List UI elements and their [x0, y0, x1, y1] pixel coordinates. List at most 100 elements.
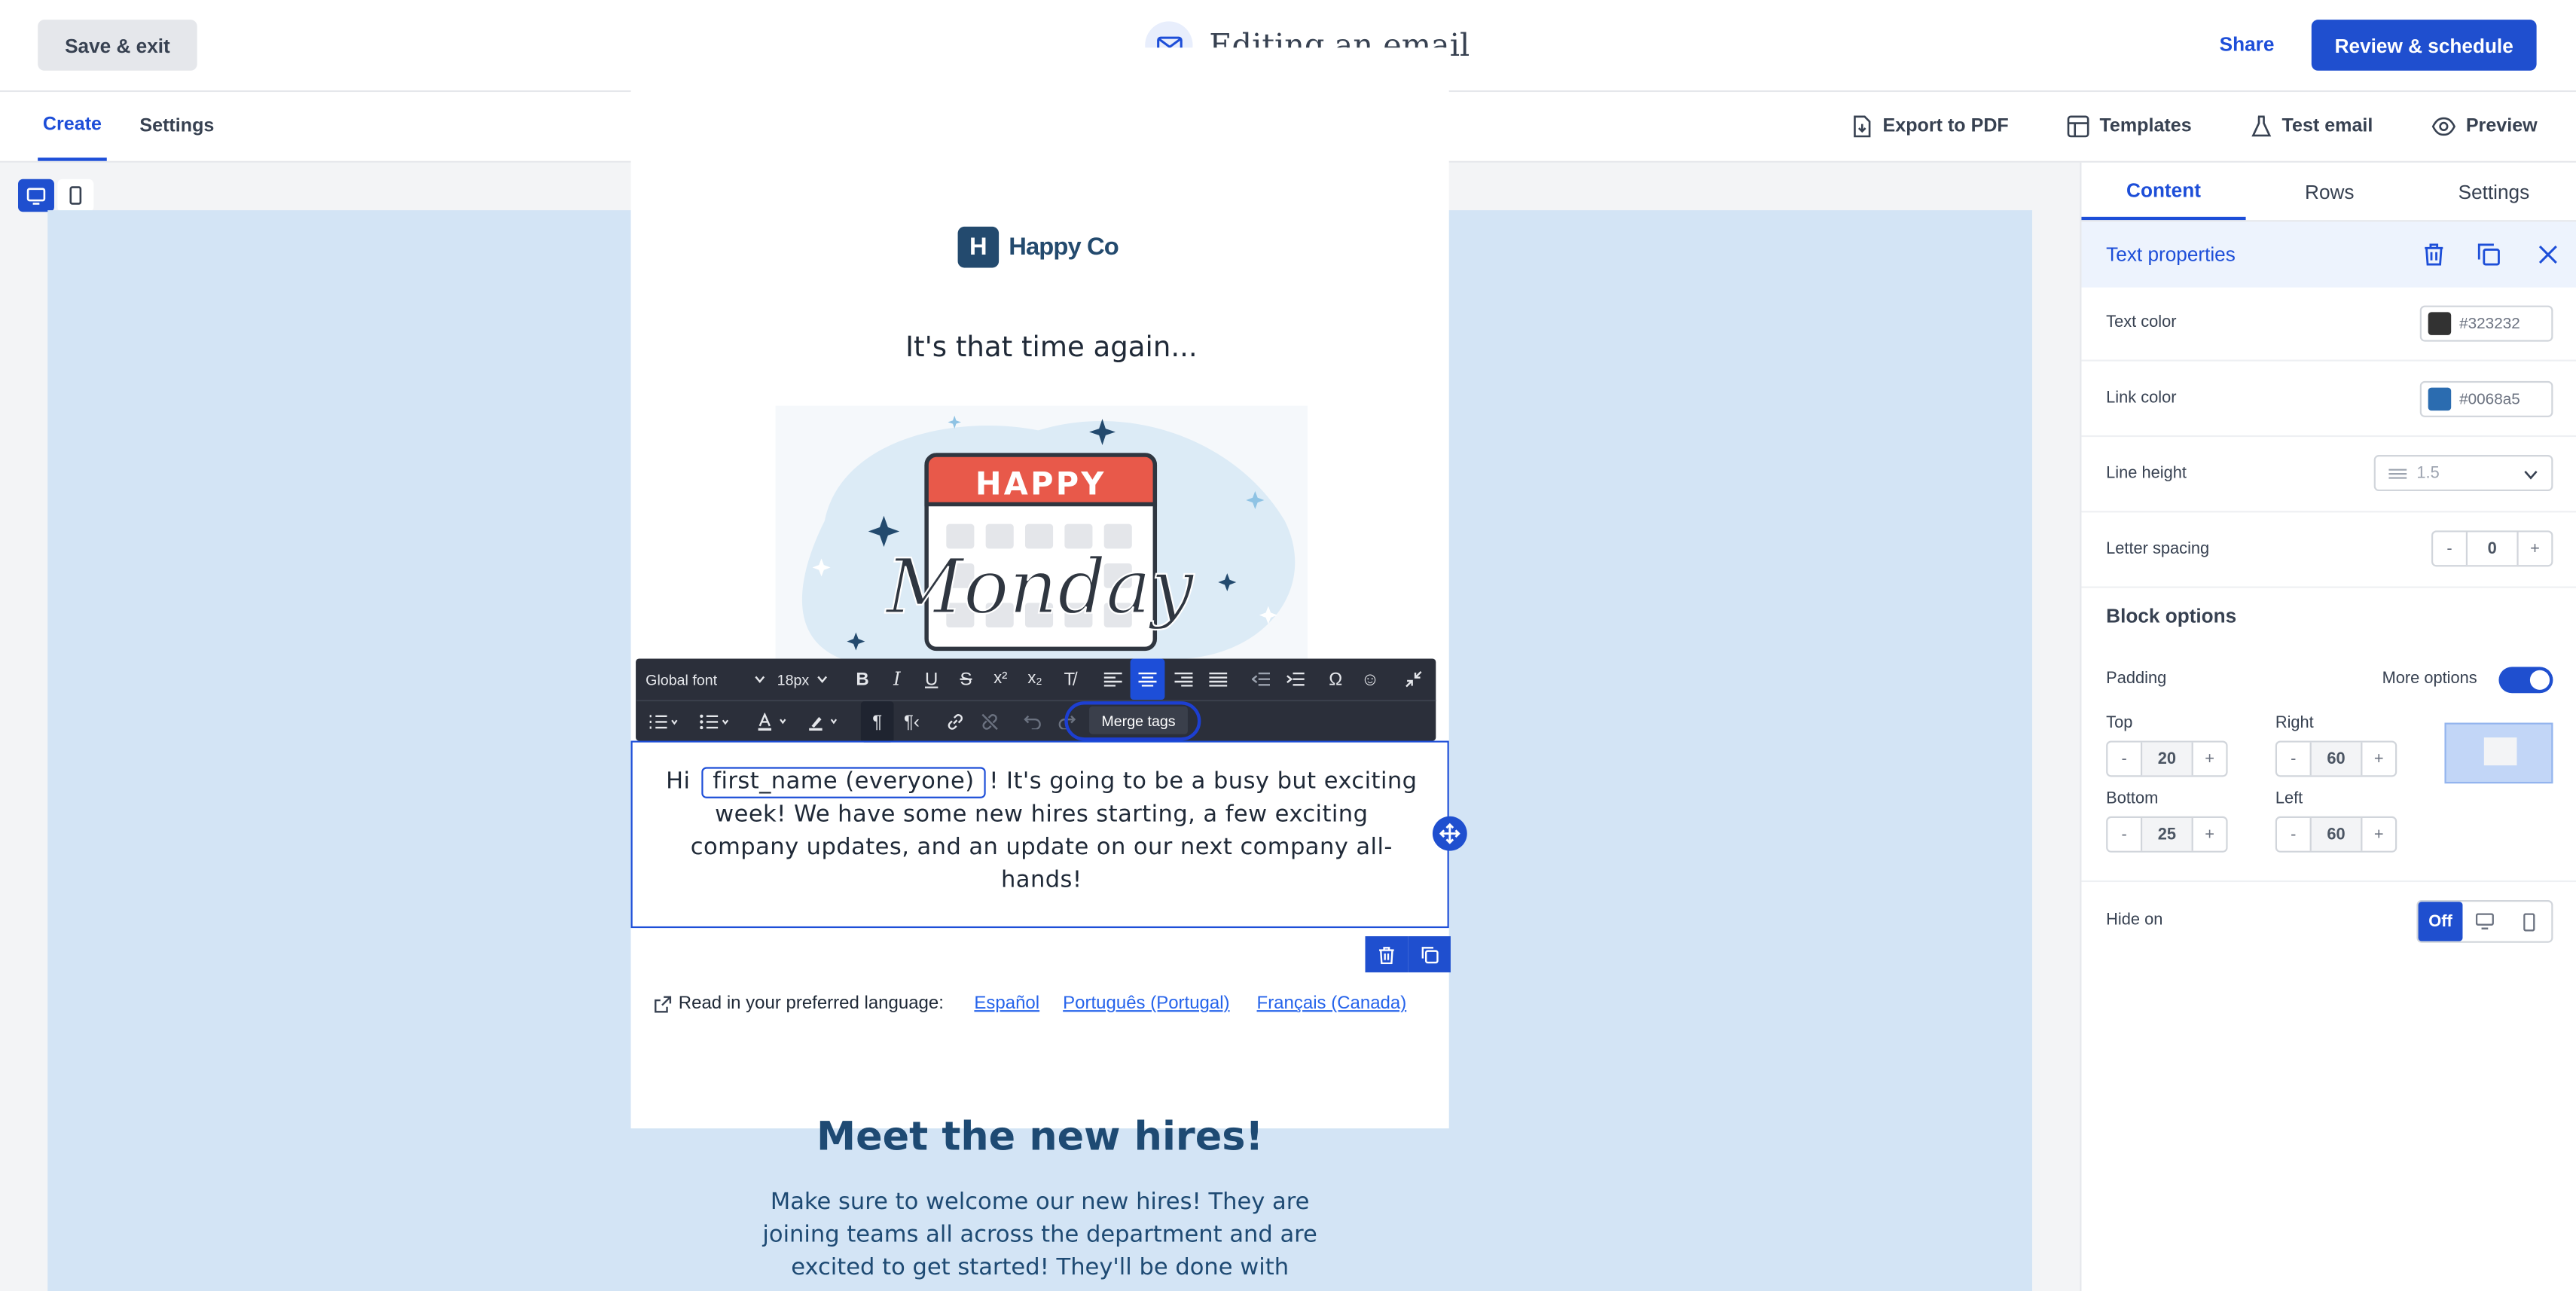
text-color-input[interactable]: #323232	[2419, 305, 2553, 342]
subscript-button[interactable]: x₂	[1018, 658, 1051, 700]
highlight-color-button[interactable]	[801, 701, 847, 743]
duplicate-block-button[interactable]	[1408, 935, 1451, 972]
preview-button[interactable]: Preview	[2431, 111, 2538, 141]
beaker-icon	[2251, 115, 2272, 137]
superscript-button[interactable]: x²	[984, 658, 1017, 700]
duplicate-properties-button[interactable]	[2474, 240, 2504, 269]
link-color-input[interactable]: #0068a5	[2419, 380, 2553, 417]
tab-settings[interactable]: Settings	[139, 92, 214, 161]
ltr-direction-button[interactable]: ¶	[860, 701, 894, 743]
font-size-select[interactable]: 18px	[777, 658, 837, 700]
decrement-button[interactable]: -	[2277, 743, 2310, 776]
chevron-down-icon	[754, 676, 765, 683]
section-heading[interactable]: Meet the new hires!	[631, 1114, 1449, 1160]
happy-monday-illustration[interactable]: HAPPY Monday	[775, 405, 1308, 659]
templates-button[interactable]: Templates	[2067, 111, 2192, 141]
italic-icon: I	[893, 668, 901, 690]
decrement-button[interactable]: -	[2107, 743, 2141, 776]
padding-right-label: Right	[2275, 714, 2314, 733]
tab-create[interactable]: Create	[38, 92, 107, 161]
email-headline[interactable]: It's that time again...	[631, 332, 1473, 365]
ltr-icon: ¶	[872, 712, 883, 732]
duplicate-icon	[1421, 945, 1438, 963]
text-color-icon	[758, 713, 786, 731]
share-button[interactable]: Share	[2220, 33, 2275, 56]
mobile-icon	[2523, 912, 2535, 931]
hide-off-button[interactable]: Off	[2418, 902, 2463, 942]
padding-top-value[interactable]: 20	[2140, 742, 2193, 776]
language-link-fr[interactable]: Français (Canada)	[1257, 990, 1407, 1017]
numbered-list-button[interactable]	[642, 701, 685, 743]
merge-tags-button[interactable]: Merge tags	[1089, 706, 1188, 734]
export-pdf-button[interactable]: Export to PDF	[1851, 111, 2009, 141]
increment-button[interactable]: +	[2362, 743, 2395, 776]
justify-button[interactable]	[1201, 658, 1234, 700]
section-body-text[interactable]: Make sure to welcome our new hires! They…	[631, 1186, 1449, 1284]
text-color-button[interactable]	[751, 701, 797, 743]
line-height-select[interactable]: 1.5	[2373, 455, 2553, 492]
padding-top-stepper[interactable]: - 20 +	[2106, 740, 2228, 777]
clear-format-button[interactable]: T̸	[1053, 658, 1086, 700]
underline-button[interactable]: U	[915, 658, 948, 700]
special-characters-button[interactable]: Ω	[1319, 658, 1352, 700]
review-schedule-button[interactable]: Review & schedule	[2311, 20, 2537, 71]
desktop-view-button[interactable]	[17, 179, 54, 212]
align-right-button[interactable]	[1167, 658, 1200, 700]
strikethrough-button[interactable]: S	[950, 658, 983, 700]
bullet-list-button[interactable]	[693, 701, 736, 743]
link-button[interactable]	[938, 701, 971, 743]
italic-button[interactable]: I	[881, 658, 914, 700]
hide-mobile-button[interactable]	[2507, 902, 2551, 941]
delete-properties-button[interactable]	[2419, 240, 2448, 269]
padding-bottom-stepper[interactable]: - 25 +	[2106, 816, 2228, 853]
move-block-handle[interactable]	[1432, 816, 1467, 851]
rtl-icon: ¶‹	[904, 712, 920, 732]
decrement-button[interactable]: -	[2277, 818, 2310, 851]
hide-desktop-button[interactable]	[2462, 902, 2507, 941]
selected-text-block[interactable]: Hi first_name (everyone)! It's going to …	[630, 740, 1449, 929]
panel-tab-rows[interactable]: Rows	[2248, 163, 2412, 220]
bold-button[interactable]: B	[846, 658, 879, 700]
merge-tag-first-name[interactable]: first_name (everyone)	[700, 767, 986, 798]
unlink-button[interactable]	[972, 701, 1006, 743]
letter-spacing-value[interactable]: 0	[2465, 532, 2519, 566]
letter-spacing-stepper[interactable]: - 0 +	[2431, 530, 2553, 567]
link-color-swatch	[2428, 387, 2452, 411]
decrement-button[interactable]: -	[2433, 533, 2466, 566]
align-center-button[interactable]	[1130, 658, 1165, 700]
padding-left-stepper[interactable]: - 60 +	[2275, 816, 2397, 853]
indent-button[interactable]	[1278, 658, 1311, 700]
padding-right-stepper[interactable]: - 60 +	[2275, 740, 2397, 777]
toolbar-row-1: Global font 18px B I U S x² x₂ T̸ Ω ☺	[636, 658, 1436, 700]
body-line-4: hands!	[1001, 867, 1082, 894]
rtl-direction-button[interactable]: ¶‹	[896, 701, 929, 743]
panel-tab-content[interactable]: Content	[2081, 163, 2246, 221]
decrement-button[interactable]: -	[2107, 818, 2141, 851]
padding-bottom-value[interactable]: 25	[2140, 817, 2193, 851]
language-link-pt[interactable]: Português (Portugal)	[1063, 990, 1229, 1017]
padding-right-value[interactable]: 60	[2309, 742, 2363, 776]
align-left-button[interactable]	[1096, 658, 1129, 700]
outdent-button[interactable]	[1244, 658, 1277, 700]
test-email-button[interactable]: Test email	[2251, 111, 2373, 141]
brand-logo[interactable]: H Happy Co	[957, 226, 1119, 268]
numbered-list-icon	[649, 715, 678, 729]
increment-button[interactable]: +	[2362, 818, 2395, 851]
collapse-toolbar-button[interactable]	[1396, 658, 1430, 700]
language-link-es[interactable]: Español	[974, 990, 1039, 1017]
move-icon	[1439, 823, 1460, 844]
panel-tab-settings[interactable]: Settings	[2412, 163, 2576, 220]
font-family-select[interactable]: Global font	[646, 658, 771, 700]
more-options-toggle[interactable]	[2498, 667, 2553, 694]
mobile-view-button[interactable]	[57, 179, 94, 212]
increment-button[interactable]: +	[2519, 533, 2552, 566]
undo-button[interactable]	[1015, 701, 1048, 743]
padding-left-value[interactable]: 60	[2309, 817, 2363, 851]
font-size-value: 18px	[777, 670, 810, 688]
save-exit-button[interactable]: Save & exit	[38, 20, 197, 71]
emoji-button[interactable]: ☺	[1354, 658, 1387, 700]
close-properties-button[interactable]	[2533, 240, 2562, 269]
increment-button[interactable]: +	[2193, 743, 2227, 776]
delete-block-button[interactable]	[1365, 935, 1409, 972]
increment-button[interactable]: +	[2193, 818, 2227, 851]
